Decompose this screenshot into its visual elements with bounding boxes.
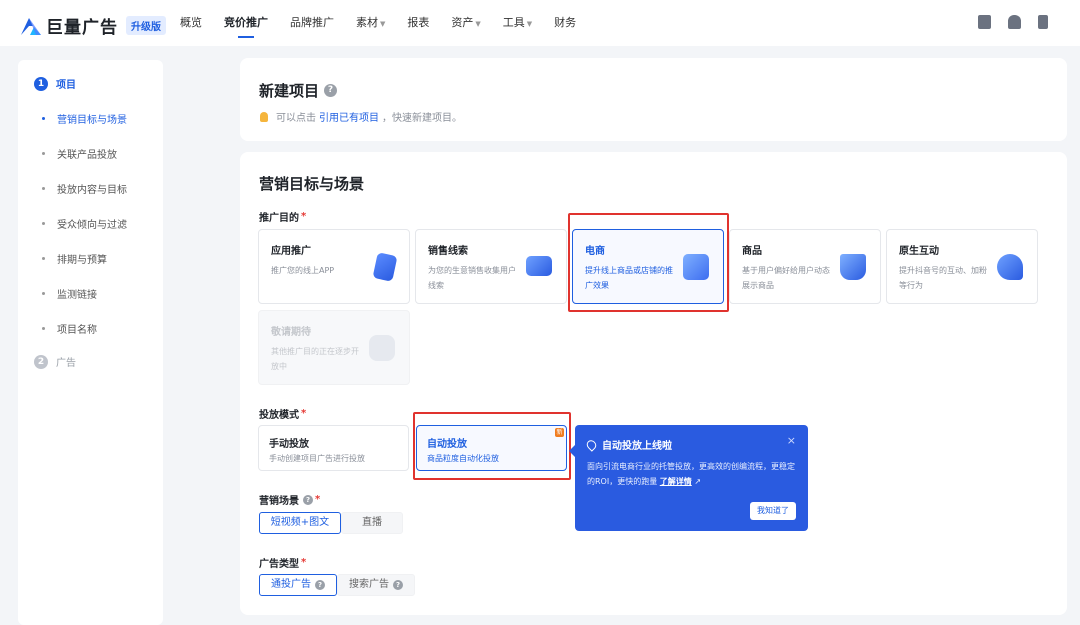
mode-auto[interactable]: 自动投放 商品粒度自动化投放 新 (416, 425, 567, 471)
nav-bidding-promotion[interactable]: 竞价推广 (224, 0, 268, 46)
sidebar-item-schedule-budget[interactable]: 排期与预算 (42, 251, 107, 266)
sidebar-item-audience[interactable]: 受众倾向与过滤 (42, 216, 127, 231)
bullet-dot (42, 327, 45, 330)
step-label: 项目 (56, 80, 76, 91)
nav-overview[interactable]: 概览 (180, 0, 202, 46)
step-sidebar: 1 项目 营销目标与场景 关联产品投放 投放内容与目标 受众倾向与过滤 排期与预… (18, 60, 163, 625)
adtype-label: 广告类型 * (259, 557, 307, 570)
step-number: 1 (34, 76, 48, 91)
bullet-dot (42, 187, 45, 190)
purpose-label: 推广目的 * (259, 211, 307, 224)
bell-icon[interactable] (1008, 15, 1021, 29)
auto-delivery-popover: 自动投放上线啦 × 面向引流电商行业的托管投放，更高效的创编流程，更稳定的ROI… (569, 425, 808, 531)
bullet-dot (42, 257, 45, 260)
marketing-goal-card: 营销目标与场景 推广目的 * 应用推广 推广您的线上APP 销售线索 为您的生意销… (240, 152, 1067, 615)
bullet-dot (42, 292, 45, 295)
bullet-dot (42, 117, 45, 120)
lightbulb-icon (260, 111, 268, 122)
bullet-dot (42, 222, 45, 225)
sidebar-item-project-name[interactable]: 项目名称 (42, 321, 97, 336)
popover-body: 面向引流电商行业的托管投放，更高效的创编流程，更稳定的ROI，更快的跑量 了解详… (587, 462, 795, 486)
scene-short-video[interactable]: 短视频+图文 (259, 512, 341, 534)
sidebar-item-tracking[interactable]: 监测链接 (42, 286, 97, 301)
sidebar-item-product-link[interactable]: 关联产品投放 (42, 146, 117, 161)
chat-bubble-icon (369, 335, 395, 361)
section-title: 营销目标与场景 (259, 175, 365, 193)
nav-materials[interactable]: 素材 ▼ (356, 0, 385, 46)
adtype-general[interactable]: 通投广告? (259, 574, 337, 596)
scene-label: 营销场景 ? * (259, 494, 321, 507)
help-icon[interactable]: ? (324, 84, 338, 97)
help-icon[interactable]: ? (303, 494, 313, 505)
external-link-icon: ↗ (694, 477, 702, 486)
document-icon[interactable] (978, 15, 991, 29)
learn-more-link[interactable]: 了解详情 (660, 477, 692, 486)
chevron-down-icon: ▼ (380, 20, 386, 28)
purpose-app-promotion[interactable]: 应用推广 推广您的线上APP (258, 229, 410, 304)
purpose-ecommerce[interactable]: 电商 提升线上商品或店铺的推广效果 (572, 229, 724, 304)
nav-brand-promotion[interactable]: 品牌推广 (290, 0, 334, 46)
help-icon[interactable]: ? (315, 580, 325, 590)
sidebar-item-marketing-goal[interactable]: 营销目标与场景 (42, 111, 127, 126)
douyin-heart-icon (997, 254, 1023, 280)
step-label: 广告 (56, 358, 76, 369)
sidebar-item-content-target[interactable]: 投放内容与目标 (42, 181, 127, 196)
nav-reports[interactable]: 报表 (407, 0, 429, 46)
purpose-sales-leads[interactable]: 销售线索 为您的生意销售收集用户线索 (415, 229, 567, 304)
step-project[interactable]: 1 项目 (34, 76, 76, 91)
chevron-down-icon: ▼ (526, 20, 533, 28)
new-badge: 新 (555, 428, 564, 437)
logo-text: 巨量广告 (46, 18, 118, 38)
help-icon[interactable]: ? (393, 580, 403, 590)
bullet-dot (42, 152, 45, 155)
page-title: 新建项目 ? (259, 80, 338, 101)
cart-icon (840, 254, 866, 280)
logo-mark-icon (20, 16, 42, 36)
nav-assets[interactable]: 资产 ▼ (451, 0, 480, 46)
step-ad[interactable]: 2 广告 (34, 354, 76, 369)
top-bar: 巨量广告 升级版 概览 竞价推广 品牌推广 素材 ▼ 报表 资产 ▼ 工具 ▼ 财务 (0, 0, 1080, 46)
reference-project-link[interactable]: 引用已有项目 (319, 109, 379, 124)
popover-title: 自动投放上线啦 (584, 437, 672, 452)
phone-icon[interactable] (1038, 15, 1048, 29)
got-it-button[interactable]: 我知道了 (750, 502, 796, 520)
phone-app-icon (372, 252, 398, 282)
card-cursor-icon (526, 256, 552, 276)
purpose-product[interactable]: 商品 基于用户偏好给用户动态展示商品 (729, 229, 881, 304)
step-number: 2 (34, 354, 48, 369)
close-icon[interactable]: × (787, 434, 796, 447)
mode-manual[interactable]: 手动投放 手动创建项目广告进行投放 (258, 425, 409, 471)
chevron-down-icon: ▼ (475, 20, 481, 28)
top-icons (978, 15, 1048, 29)
purpose-coming-soon: 敬请期待 其他推广目的正在逐步开放中 (258, 310, 410, 385)
main-nav: 概览 竞价推广 品牌推广 素材 ▼ 报表 资产 ▼ 工具 ▼ 财务 (180, 0, 598, 46)
nav-finance[interactable]: 财务 (554, 0, 576, 46)
version-badge: 升级版 (126, 16, 166, 35)
nav-tools[interactable]: 工具 ▼ (503, 0, 532, 46)
tip-line: 可以点击 引用已有项目 ，快速新建项目。 (260, 109, 462, 124)
logo[interactable]: 巨量广告 升级版 (20, 13, 166, 38)
new-project-card: 新建项目 ? 可以点击 引用已有项目 ，快速新建项目。 (240, 58, 1067, 141)
shopping-bag-icon (683, 254, 709, 280)
popover-arrow (569, 445, 575, 457)
adtype-search[interactable]: 搜索广告? (337, 574, 415, 596)
purpose-native-interaction[interactable]: 原生互动 提升抖音号的互动、加粉等行为 (886, 229, 1038, 304)
location-pin-icon (584, 437, 599, 452)
scene-live[interactable]: 直播 (341, 512, 403, 534)
mode-label: 投放模式 * (259, 408, 307, 421)
